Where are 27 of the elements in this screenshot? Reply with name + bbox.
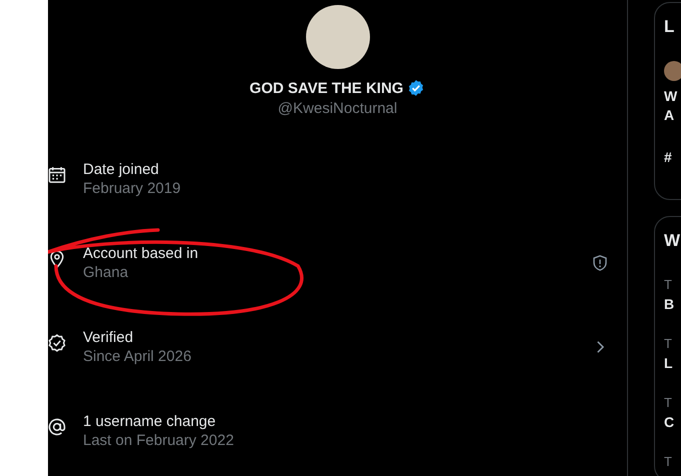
username-handle: @KwesiNocturnal — [278, 100, 398, 117]
detail-value: Ghana — [83, 263, 130, 283]
card-heading: W — [664, 230, 681, 252]
card-heading: L — [664, 16, 676, 38]
hashtag[interactable]: # — [664, 149, 681, 165]
verified-check-icon — [47, 333, 67, 353]
shield-alert-icon[interactable] — [591, 254, 609, 272]
trend-title[interactable]: L — [664, 355, 681, 371]
display-name: GOD SAVE THE KING — [250, 80, 404, 96]
trend-category: T — [664, 336, 673, 351]
detail-value: Since April 2026 — [83, 347, 192, 367]
trend-category: T — [664, 277, 673, 292]
calendar-icon — [47, 165, 67, 185]
post-text[interactable]: W — [664, 87, 681, 106]
at-sign-icon — [47, 417, 67, 437]
trend-title[interactable]: B — [664, 296, 681, 312]
trend-title[interactable]: C — [664, 414, 681, 430]
detail-title: Date joined — [83, 160, 160, 179]
detail-title: Account based in — [83, 244, 200, 263]
detail-value: Last on February 2022 — [83, 431, 235, 451]
user-avatar-placeholder[interactable] — [664, 61, 681, 81]
detail-title: Verified — [83, 328, 134, 347]
detail-value: February 2019 — [83, 179, 182, 199]
detail-title: 1 username change — [83, 412, 217, 431]
trend-category: T — [664, 395, 673, 410]
post-text[interactable]: A — [664, 106, 681, 125]
trend-category: T — [664, 454, 673, 469]
